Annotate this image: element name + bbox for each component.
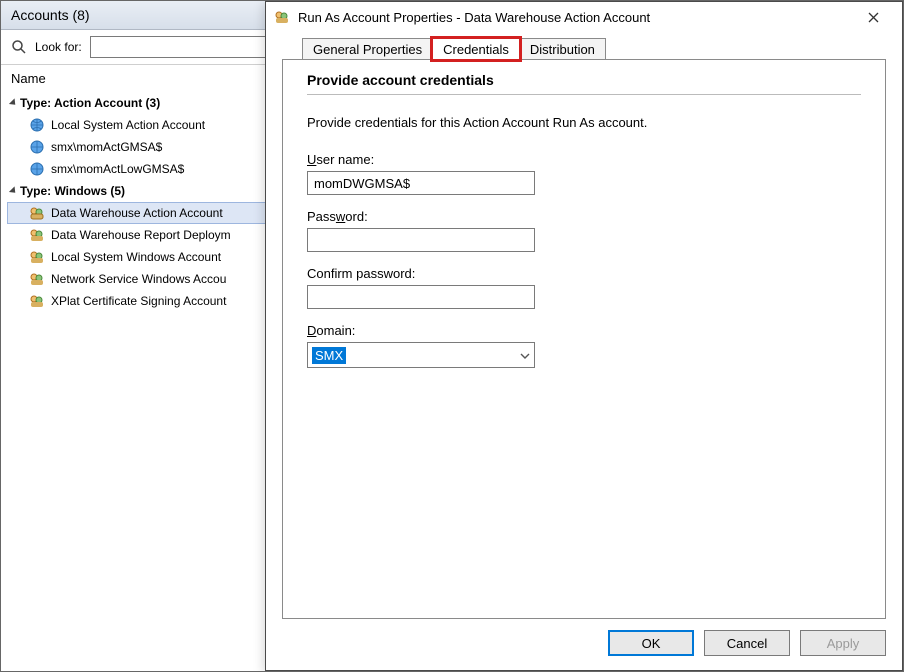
group-label: Type: Windows (5) — [20, 184, 125, 198]
globe-icon — [29, 117, 45, 133]
list-item-label: Local System Action Account — [51, 118, 205, 132]
close-button[interactable] — [852, 3, 894, 31]
confirm-password-input[interactable] — [307, 285, 535, 309]
password-input[interactable] — [307, 228, 535, 252]
look-for-label: Look for: — [35, 40, 82, 54]
list-item[interactable]: smx\momActLowGMSA$ — [7, 158, 294, 180]
chevron-down-icon — [520, 348, 530, 362]
dialog-title: Run As Account Properties - Data Warehou… — [298, 10, 844, 25]
account-icon — [29, 249, 45, 265]
cancel-button[interactable]: Cancel — [704, 630, 790, 656]
properties-dialog: Run As Account Properties - Data Warehou… — [265, 1, 903, 671]
tab-distribution[interactable]: Distribution — [519, 38, 606, 60]
expand-icon — [9, 186, 18, 195]
list-item[interactable]: Data Warehouse Report Deploym — [7, 224, 294, 246]
dialog-button-row: OK Cancel Apply — [266, 620, 902, 670]
list-item-label: smx\momActGMSA$ — [51, 140, 162, 154]
account-icon — [29, 227, 45, 243]
list-item[interactable]: Local System Action Account — [7, 114, 294, 136]
list-item[interactable]: smx\momActGMSA$ — [7, 136, 294, 158]
list-item-label: Data Warehouse Report Deploym — [51, 228, 231, 242]
account-icon — [29, 271, 45, 287]
list-item-label: Network Service Windows Accou — [51, 272, 226, 286]
list-item[interactable]: Network Service Windows Accou — [7, 268, 294, 290]
accounts-panel: Accounts (8) Look for: Name Type: Action… — [1, 1, 301, 671]
list-item-label: XPlat Certificate Signing Account — [51, 294, 226, 308]
dialog-icon — [274, 9, 290, 25]
tab-strip: General Properties Credentials Distribut… — [266, 32, 902, 60]
domain-selected-value: SMX — [312, 347, 346, 364]
password-label: Password: — [307, 209, 861, 224]
list-item-label: Local System Windows Account — [51, 250, 221, 264]
account-icon — [29, 293, 45, 309]
list-item-label: Data Warehouse Action Account — [51, 206, 223, 220]
section-title: Provide account credentials — [307, 68, 861, 95]
list-item[interactable]: Local System Windows Account — [7, 246, 294, 268]
close-icon — [868, 12, 879, 23]
ok-button[interactable]: OK — [608, 630, 694, 656]
tab-general-properties[interactable]: General Properties — [302, 38, 433, 60]
confirm-password-label: Confirm password: — [307, 266, 861, 281]
account-icon — [29, 205, 45, 221]
domain-label: Domain: — [307, 323, 861, 338]
expand-icon — [9, 98, 18, 107]
search-icon — [11, 39, 27, 55]
list-item[interactable]: Data Warehouse Action Account — [7, 202, 294, 224]
globe-icon — [29, 161, 45, 177]
username-label: User name: — [307, 152, 861, 167]
group-windows[interactable]: Type: Windows (5) — [7, 180, 294, 202]
group-label: Type: Action Account (3) — [20, 96, 160, 110]
username-input[interactable] — [307, 171, 535, 195]
list-item-label: smx\momActLowGMSA$ — [51, 162, 184, 176]
accounts-header: Accounts (8) — [1, 1, 300, 30]
titlebar[interactable]: Run As Account Properties - Data Warehou… — [266, 2, 902, 32]
tab-credentials[interactable]: Credentials — [432, 38, 520, 60]
tab-body: Provide account credentials Provide cred… — [282, 59, 886, 619]
group-action-account[interactable]: Type: Action Account (3) — [7, 92, 294, 114]
accounts-tree: Type: Action Account (3) Local System Ac… — [1, 92, 300, 312]
look-for-input[interactable] — [90, 36, 290, 58]
domain-combobox[interactable]: SMX — [307, 342, 535, 368]
list-item[interactable]: XPlat Certificate Signing Account — [7, 290, 294, 312]
name-column-header[interactable]: Name — [1, 65, 300, 92]
apply-button: Apply — [800, 630, 886, 656]
globe-icon — [29, 139, 45, 155]
credentials-blurb: Provide credentials for this Action Acco… — [307, 115, 861, 130]
